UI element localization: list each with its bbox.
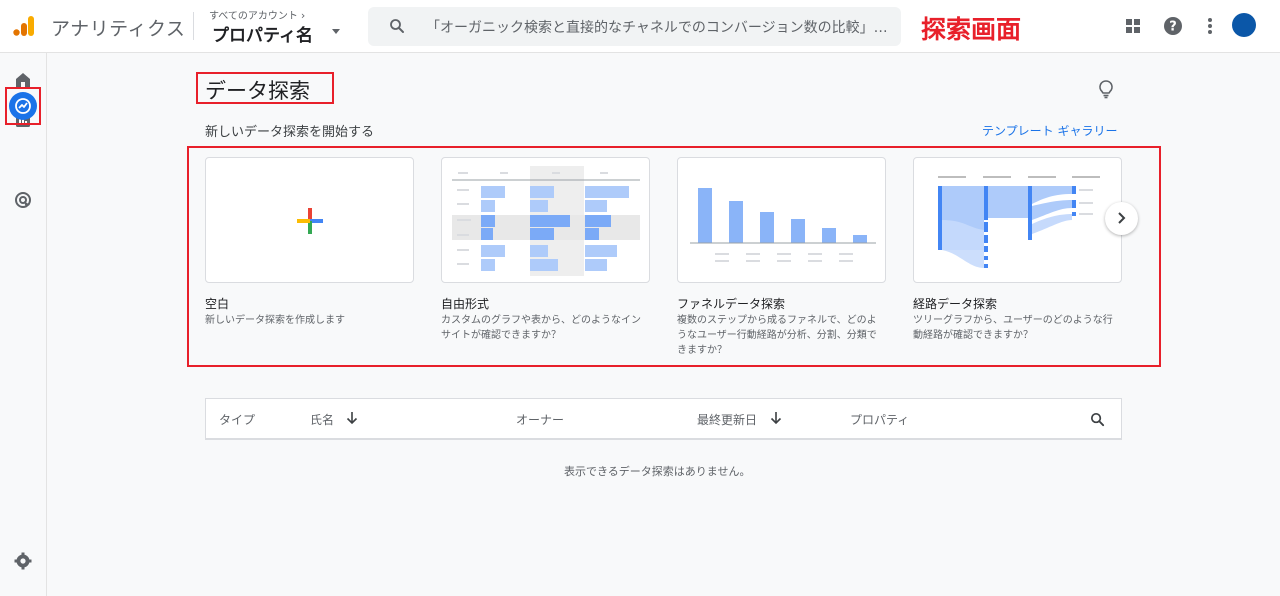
card-funnel-thumbnail[interactable] xyxy=(677,157,886,283)
freeform-table-illustration xyxy=(452,166,640,276)
empty-state-message: 表示できるデータ探索はありません。 xyxy=(564,465,751,478)
app-title: アナリティクス xyxy=(51,18,186,40)
avatar[interactable] xyxy=(1232,13,1256,37)
column-name[interactable]: 氏名 xyxy=(310,411,334,428)
path-tree-illustration xyxy=(938,176,1100,268)
card-freeform-thumbnail[interactable] xyxy=(441,157,650,283)
settings-icon[interactable] xyxy=(13,551,33,571)
account-breadcrumb[interactable]: すべてのアカウント › xyxy=(209,7,305,22)
card-description: 複数のステップから成るファネルで、どのようなユーザー行動経路が分析、分割、分類で… xyxy=(677,315,877,356)
plus-icon xyxy=(297,208,323,234)
card-description: カスタムのグラフや表から、どのようなインサイトが確認できますか？ xyxy=(441,315,641,341)
card-description: ツリーグラフから、ユーザーのどのような行動経路が確認できますか？ xyxy=(913,315,1113,341)
apps-grid-icon[interactable] xyxy=(1123,16,1143,36)
next-cards-button[interactable] xyxy=(1105,202,1138,235)
chevron-right-icon xyxy=(1118,212,1126,224)
search-placeholder[interactable]: 「オーガニック検索と直接的なチャネルでのコンバージョン数の比較」と検... xyxy=(426,17,896,37)
lightbulb-icon[interactable] xyxy=(1097,79,1115,99)
page-title: データ探索 xyxy=(205,79,310,103)
svg-text:?: ? xyxy=(1169,20,1177,35)
sort-arrow-down-icon[interactable] xyxy=(346,411,358,425)
search-icon xyxy=(390,19,404,33)
card-title[interactable]: 経路データ探索 xyxy=(913,295,997,312)
template-gallery-link[interactable]: テンプレート ギャラリー xyxy=(982,122,1117,139)
left-nav-rail xyxy=(0,53,47,596)
advertising-icon[interactable] xyxy=(13,190,33,210)
card-path-thumbnail[interactable] xyxy=(913,157,1122,283)
annotation-label: 探索画面 xyxy=(921,15,1022,44)
more-vert-icon[interactable] xyxy=(1200,16,1220,36)
card-title[interactable]: 空白 xyxy=(205,295,229,312)
card-title[interactable]: ファネルデータ探索 xyxy=(677,295,785,312)
column-owner[interactable]: オーナー xyxy=(516,411,564,428)
search-bar[interactable]: 「オーガニック検索と直接的なチャネルでのコンバージョン数の比較」と検... xyxy=(368,7,901,46)
column-type[interactable]: タイプ xyxy=(219,411,255,428)
analytics-logo-icon[interactable] xyxy=(12,14,36,38)
card-title[interactable]: 自由形式 xyxy=(441,295,489,312)
search-icon[interactable] xyxy=(1089,411,1106,428)
help-icon[interactable]: ? xyxy=(1163,16,1183,36)
card-blank-thumbnail[interactable] xyxy=(205,157,414,283)
column-last-modified[interactable]: 最終更新日 xyxy=(697,411,757,428)
sort-arrow-down-icon[interactable] xyxy=(770,411,782,425)
explorations-table-header: タイプ 氏名 オーナー 最終更新日 プロパティ xyxy=(205,398,1122,440)
top-app-bar: アナリティクス すべてのアカウント › プロパティ名 「オーガニック検索と直接的な… xyxy=(0,0,1280,53)
property-selector[interactable]: プロパティ名 xyxy=(212,21,313,46)
section-label: 新しいデータ探索を開始する xyxy=(205,125,375,140)
caret-down-icon[interactable] xyxy=(332,29,340,34)
column-property[interactable]: プロパティ xyxy=(850,411,909,428)
funnel-chart-illustration xyxy=(690,188,876,262)
card-description: 新しいデータ探索を作成します xyxy=(205,315,345,326)
explore-icon[interactable] xyxy=(13,96,33,116)
header-divider xyxy=(193,12,194,40)
